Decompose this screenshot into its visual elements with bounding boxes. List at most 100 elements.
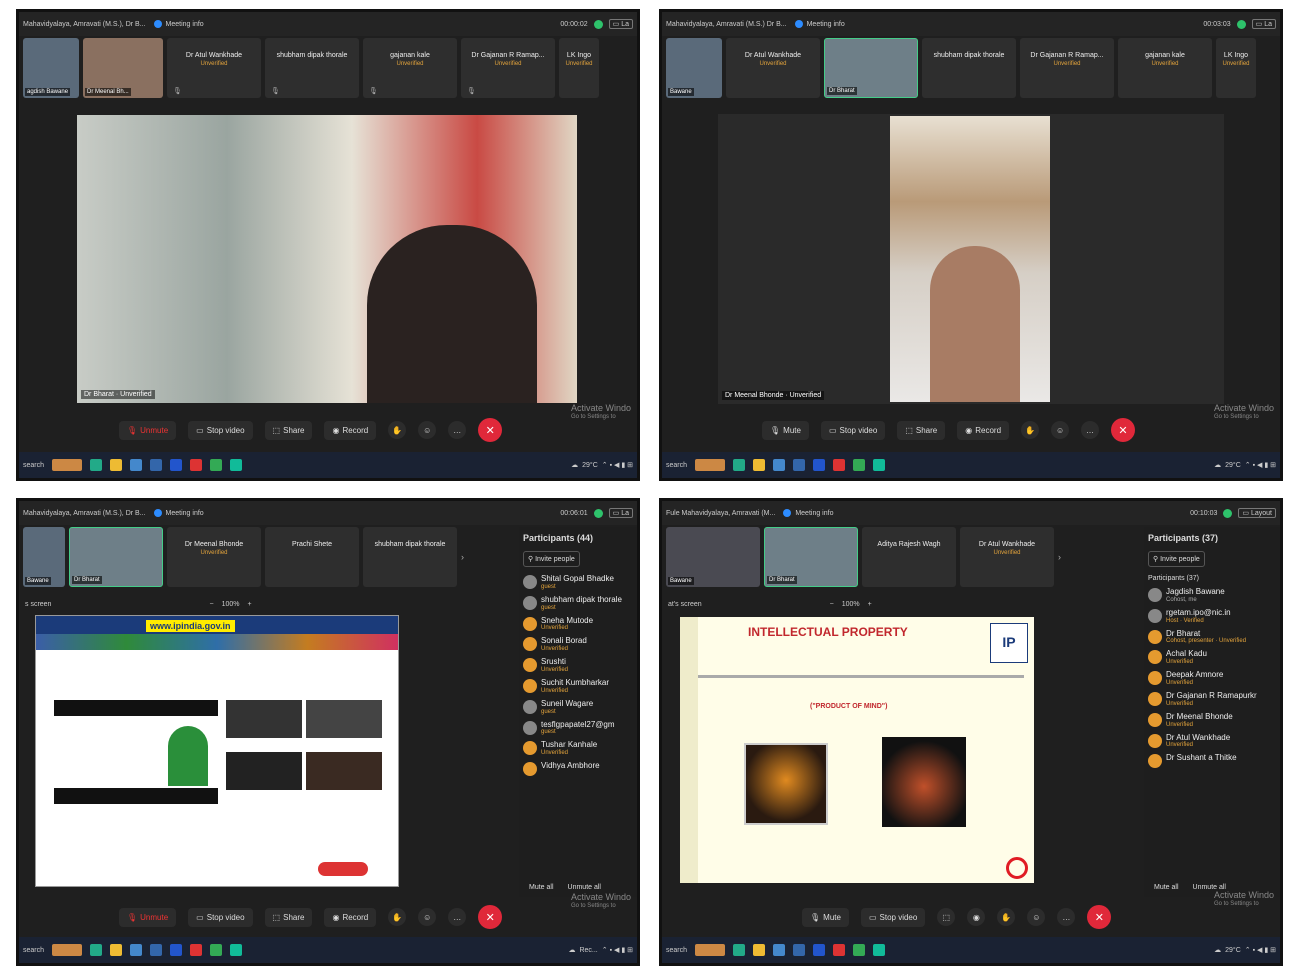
participant-tile[interactable]: LK Ingo Unverified [1216, 38, 1256, 98]
participant-tile[interactable]: Dr Atul Wankhade Unverified 🎙 [167, 38, 261, 98]
zoom-in-icon[interactable]: + [868, 601, 872, 608]
participant-row[interactable]: Dr Bharat Cohost, presenter · Unverified [1148, 629, 1276, 644]
video-tile[interactable]: Bawane [666, 527, 760, 587]
mute-button[interactable]: 🎙 Mute [802, 907, 849, 927]
next-page-icon[interactable]: › [461, 552, 464, 562]
participant-row[interactable]: Vidhya Ambhore [523, 761, 633, 777]
zoom-in-icon[interactable]: + [247, 601, 251, 608]
participant-tile[interactable]: Dr Meenal Bhonde Unverified [167, 527, 261, 587]
invite-people-button[interactable]: ⚲ Invite people [1148, 551, 1205, 567]
participant-tile[interactable]: shubham dipak thorale [922, 38, 1016, 98]
participant-tile[interactable]: shubham dipak thorale 🎙 [265, 38, 359, 98]
taskbar-search[interactable]: search [666, 947, 687, 954]
video-tile[interactable]: Dr Bharat [824, 38, 918, 98]
mute-all-button[interactable]: Mute all [1154, 884, 1179, 891]
participant-row[interactable]: tesflgpapatel27@gm guest [523, 720, 633, 735]
participant-row[interactable]: Sneha Mutode Unverified [523, 616, 633, 631]
leave-button[interactable]: ✕ [1087, 905, 1112, 929]
video-tile[interactable]: Dr Bharat [764, 527, 858, 587]
participant-row[interactable]: Jagdish Bawane Cohost, me [1148, 587, 1276, 603]
participant-row[interactable]: Srushti Unverified [523, 657, 633, 673]
layout-button[interactable]: ▭ Layout [1238, 508, 1276, 518]
main-video: Dr Bharat · Unverified [77, 115, 577, 403]
taskbar-search[interactable]: search [23, 462, 44, 469]
participant-row[interactable]: Shital Gopal Bhadke guest [523, 574, 633, 590]
participant-row[interactable]: Dr Meenal Bhonde Unverified [1148, 712, 1276, 728]
more-icon[interactable]: … [1081, 421, 1100, 439]
share-button[interactable]: ⬚ Share [264, 420, 313, 440]
zoom-out-icon[interactable]: − [830, 601, 834, 608]
mute-button[interactable]: 🎙 Mute [762, 420, 809, 440]
raise-hand-icon[interactable]: ✋ [388, 421, 407, 439]
participant-row[interactable]: Achal Kadu Unverified [1148, 650, 1276, 665]
stop-video-button[interactable]: ▭ Stop video [188, 907, 253, 927]
participant-row[interactable]: shubham dipak thorale guest [523, 595, 633, 611]
participant-row[interactable]: Deepak Amnore Unverified [1148, 670, 1276, 686]
participant-tile[interactable]: Aditya Rajesh Wagh [862, 527, 956, 587]
share-icon[interactable]: ⬚ [937, 908, 956, 926]
participant-tile[interactable]: shubham dipak thorale [363, 527, 457, 587]
participants-group-label[interactable]: Participants (37) [1148, 575, 1276, 582]
participant-tile[interactable]: Prachi Shete [265, 527, 359, 587]
video-tile[interactable]: Dr Bharat [69, 527, 163, 587]
video-tile[interactable]: Dr Meenal Bh... [83, 38, 163, 98]
meeting-info-button[interactable]: Meeting info [153, 20, 204, 28]
share-button[interactable]: ⬚ Share [897, 420, 946, 440]
participant-row[interactable]: Suchit Kumbharkar Unverified [523, 678, 633, 694]
participant-tile[interactable]: LK Ingo Unverified [559, 38, 599, 98]
taskbar-search[interactable]: search [666, 462, 687, 469]
participant-row[interactable]: Tushar Kanhale Unverified [523, 741, 633, 756]
unmute-button[interactable]: 🎙 Unmute [119, 907, 177, 927]
meeting-info-button[interactable]: Meeting info [794, 20, 845, 28]
raise-hand-icon[interactable]: ✋ [997, 908, 1016, 926]
leave-button[interactable]: ✕ [478, 418, 503, 442]
taskbar-search[interactable]: search [23, 947, 44, 954]
reactions-icon[interactable]: ☺ [418, 421, 437, 439]
participant-row[interactable]: Dr Atul Wankhade Unverified [1148, 733, 1276, 748]
participant-tile[interactable]: Dr Gajanan R Ramap... Unverified [1020, 38, 1114, 98]
leave-button[interactable]: ✕ [478, 905, 503, 929]
participant-row[interactable]: Suneil Wagare guest [523, 699, 633, 715]
zoom-out-icon[interactable]: − [209, 601, 213, 608]
camera-icon: ▭ [868, 912, 877, 922]
participant-row[interactable]: Dr Sushant a Thitke [1148, 754, 1276, 769]
reactions-icon[interactable]: ☺ [1027, 908, 1046, 926]
stop-video-button[interactable]: ▭ Stop video [188, 420, 253, 440]
participant-tile[interactable]: Dr Gajanan R Ramap... Unverified 🎙 [461, 38, 555, 98]
invite-people-button[interactable]: ⚲ Invite people [523, 551, 580, 567]
record-icon[interactable]: ◉ [967, 908, 986, 926]
meeting-info-button[interactable]: Meeting info [783, 509, 833, 517]
participant-tile[interactable]: gajanan kale Unverified [1118, 38, 1212, 98]
layout-icon[interactable]: ▭ La [608, 19, 633, 29]
leave-button[interactable]: ✕ [1111, 418, 1136, 442]
video-tile[interactable]: Bawane [666, 38, 722, 98]
stop-video-button[interactable]: ▭ Stop video [860, 907, 926, 927]
unmute-button[interactable]: 🎙 Unmute [119, 420, 177, 440]
layout-icon[interactable]: ▭ La [1251, 19, 1276, 29]
unmute-all-button[interactable]: Unmute all [568, 884, 601, 891]
raise-hand-icon[interactable]: ✋ [388, 908, 407, 926]
share-button[interactable]: ⬚ Share [264, 907, 313, 927]
participant-tile[interactable]: Dr Atul Wankhade Unverified [726, 38, 820, 98]
participant-row[interactable]: Dr Gajanan R Ramapurkr Unverified [1148, 691, 1276, 707]
meeting-info-button[interactable]: Meeting info [153, 509, 204, 517]
record-button[interactable]: ◉ Record [324, 420, 377, 440]
participant-tile[interactable]: gajanan kale Unverified 🎙 [363, 38, 457, 98]
more-icon[interactable]: … [448, 421, 467, 439]
reactions-icon[interactable]: ☺ [418, 908, 437, 926]
record-button[interactable]: ◉ Record [957, 420, 1010, 440]
participant-row[interactable]: rgetam.ipo@nic.in Host · Verified [1148, 608, 1276, 624]
reactions-icon[interactable]: ☺ [1051, 421, 1070, 439]
more-icon[interactable]: … [448, 908, 467, 926]
layout-icon[interactable]: ▭ La [608, 508, 633, 518]
mute-all-button[interactable]: Mute all [529, 884, 554, 891]
stop-video-button[interactable]: ▭ Stop video [820, 420, 886, 440]
video-tile[interactable]: agdish Bawane [23, 38, 79, 98]
participant-row[interactable]: Sonali Borad Unverified [523, 637, 633, 652]
more-icon[interactable]: … [1057, 908, 1076, 926]
video-tile[interactable]: Bawane [23, 527, 65, 587]
participant-tile[interactable]: Dr Atul Wankhade Unverified [960, 527, 1054, 587]
record-button[interactable]: ◉ Record [324, 907, 377, 927]
next-page-icon[interactable]: › [1058, 552, 1061, 562]
raise-hand-icon[interactable]: ✋ [1021, 421, 1040, 439]
